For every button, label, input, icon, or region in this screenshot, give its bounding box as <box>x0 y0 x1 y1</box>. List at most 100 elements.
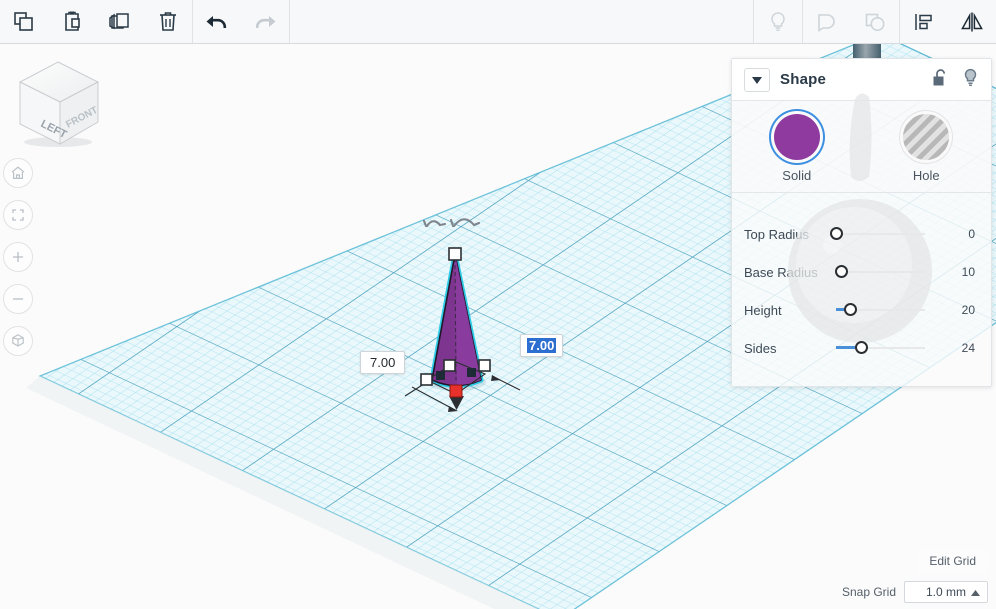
home-view-button[interactable] <box>3 158 33 188</box>
solid-hole-selector: Solid Hole <box>732 101 991 193</box>
view-cube[interactable]: LEFT FRONT <box>10 56 106 148</box>
view-nav-buttons <box>3 158 33 368</box>
top-radius-label: Top Radius <box>744 226 810 242</box>
base-radius-label: Base Radius <box>744 264 818 280</box>
snap-grid-select[interactable]: 1.0 mm <box>904 581 988 603</box>
group-button[interactable] <box>803 0 851 43</box>
property-row-base-radius: Base Radius 10 <box>732 253 991 291</box>
handle-dark-left <box>436 371 445 380</box>
caret-up-icon <box>971 585 980 599</box>
dimension-label-right[interactable]: 7.00 <box>520 334 564 357</box>
edit-tool-group <box>0 0 192 43</box>
plus-icon <box>13 252 23 262</box>
panel-title: Shape <box>780 71 827 88</box>
paste-button[interactable] <box>48 0 96 43</box>
lock-button[interactable] <box>931 68 948 92</box>
minus-icon <box>13 298 23 300</box>
base-radius-slider[interactable] <box>835 263 925 281</box>
lightbulb-icon <box>962 68 979 92</box>
property-row-top-radius: Top Radius 0 <box>732 215 991 253</box>
handle-corner-right <box>478 359 491 372</box>
sides-value[interactable]: 24 <box>933 341 975 355</box>
hidden-object-sliver <box>853 44 881 58</box>
dimension-left-value: 7.00 <box>370 355 396 370</box>
align-tool-group <box>900 0 996 43</box>
edit-grid-label: Edit Grid <box>929 554 976 568</box>
duplicate-button[interactable] <box>96 0 144 43</box>
solid-swatch[interactable]: Solid <box>749 114 845 183</box>
lightbulb-icon <box>766 10 790 34</box>
undo-button[interactable] <box>193 0 241 43</box>
slider-knob[interactable] <box>844 303 858 316</box>
sides-label: Sides <box>744 340 777 356</box>
top-radius-slider[interactable] <box>830 225 925 243</box>
visibility-button[interactable] <box>962 68 979 92</box>
delete-button[interactable] <box>144 0 192 43</box>
mirror-icon <box>959 10 985 34</box>
edit-grid-button[interactable]: Edit Grid <box>917 549 988 573</box>
property-list: Top Radius 0 Base Radius 10 Height 20 Si… <box>732 193 991 367</box>
snap-grid-control: Snap Grid 1.0 mm <box>842 581 988 603</box>
height-value[interactable]: 20 <box>933 303 975 317</box>
dimension-right-value: 7.00 <box>527 338 557 353</box>
shape-properties-panel: Shape Solid Hole Top Radius 0 Base Radiu… <box>731 58 992 387</box>
fit-view-icon <box>12 209 24 221</box>
cube-perspective-icon <box>12 334 24 347</box>
zoom-out-button[interactable] <box>3 284 33 314</box>
hole-swatch[interactable]: Hole <box>878 114 974 183</box>
hole-pattern-circle <box>903 114 950 160</box>
top-radius-value[interactable]: 0 <box>933 227 975 241</box>
slider-knob[interactable] <box>830 227 843 240</box>
panel-collapse-button[interactable] <box>744 67 770 92</box>
ungroup-button[interactable] <box>851 0 899 43</box>
base-radius-value[interactable]: 10 <box>933 265 975 279</box>
panel-header-icons <box>931 68 979 92</box>
panel-header: Shape <box>732 59 991 101</box>
handle-corner-left <box>420 373 433 386</box>
home-icon <box>11 166 25 179</box>
solid-label: Solid <box>782 168 812 183</box>
show-hidden-button[interactable] <box>754 0 802 43</box>
redo-icon <box>252 9 278 35</box>
history-tool-group <box>193 0 289 43</box>
group-tool-group <box>803 0 899 43</box>
slider-track <box>836 271 925 273</box>
copy-icon <box>12 10 36 34</box>
slider-track <box>836 233 925 235</box>
property-row-sides: Sides 24 <box>732 329 991 367</box>
solid-color-circle <box>773 114 820 160</box>
fit-to-view-button[interactable] <box>3 200 33 230</box>
property-row-height: Height 20 <box>732 291 991 329</box>
sides-slider[interactable] <box>836 339 925 357</box>
copy-button[interactable] <box>0 0 48 43</box>
slider-knob[interactable] <box>854 341 868 354</box>
trash-icon <box>156 10 180 34</box>
handle-mid-back <box>443 359 456 372</box>
slider-knob[interactable] <box>835 265 849 278</box>
group-icon <box>815 10 839 34</box>
top-toolbar <box>0 0 996 44</box>
caret-down-icon <box>752 71 762 89</box>
dimension-label-left[interactable]: 7.00 <box>360 351 406 374</box>
handle-dark-right <box>467 368 476 377</box>
unlock-icon <box>931 68 948 92</box>
handle-top <box>448 247 462 261</box>
duplicate-icon <box>108 10 132 34</box>
align-icon <box>912 10 936 34</box>
align-button[interactable] <box>900 0 948 43</box>
snap-grid-label: Snap Grid <box>841 585 896 599</box>
perspective-toggle-button[interactable] <box>3 326 33 356</box>
visibility-tool-group <box>754 0 802 43</box>
handle-center-red <box>449 384 463 398</box>
ungroup-icon <box>863 10 887 34</box>
height-slider[interactable] <box>836 301 925 319</box>
undo-icon <box>204 9 230 35</box>
mirror-button[interactable] <box>948 0 996 43</box>
redo-button[interactable] <box>241 0 289 43</box>
snap-grid-value: 1.0 mm <box>925 585 966 599</box>
hole-label: Hole <box>912 168 940 183</box>
tinkercad-editor: LEFT FRONT 7.00 7.00 Edit Grid Snap Grid… <box>0 0 996 609</box>
paste-icon <box>60 10 84 34</box>
zoom-in-button[interactable] <box>3 242 33 272</box>
